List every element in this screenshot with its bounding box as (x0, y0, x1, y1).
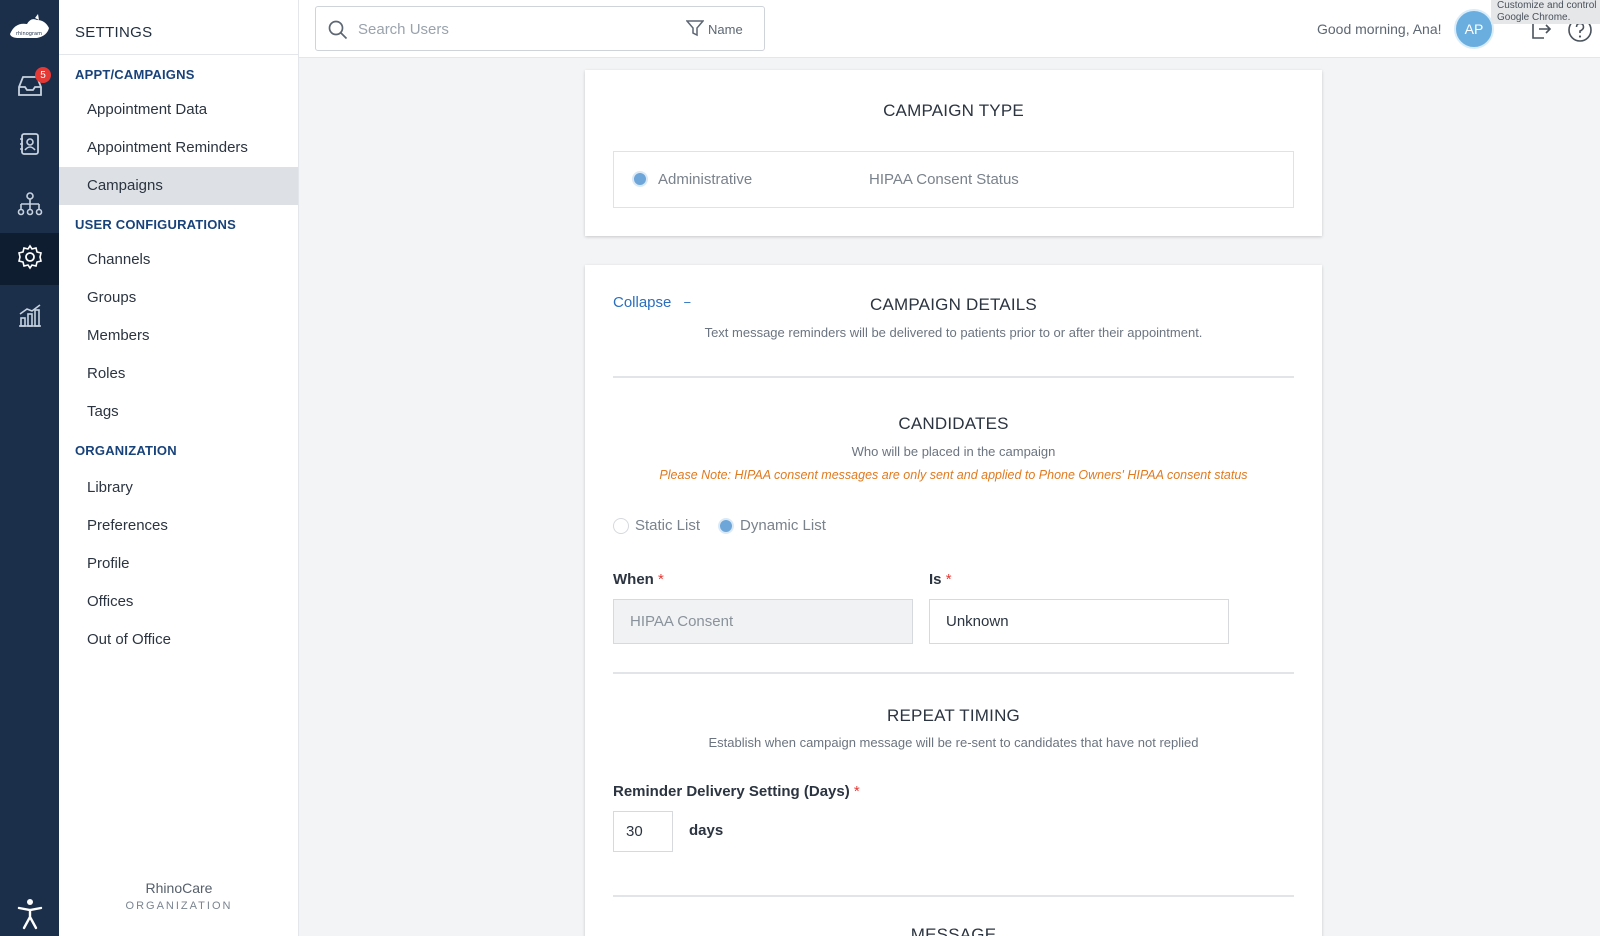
administrative-radio[interactable] (632, 171, 648, 187)
campaign-details-heading: CAMPAIGN DETAILS (870, 295, 1037, 314)
filter-icon (685, 19, 705, 40)
days-unit-label: days (689, 822, 724, 839)
rhinogram-logo[interactable]: rhinogram (7, 14, 51, 46)
inbox-nav[interactable] (0, 62, 59, 114)
repeat-timing-heading: REPEAT TIMING (887, 706, 1020, 725)
administrative-label[interactable]: Administrative (658, 171, 752, 188)
search-filter-button[interactable]: Name (685, 19, 743, 40)
list-type-options: Static List Dynamic List (613, 517, 826, 534)
sidebar-item-offices[interactable]: Offices (59, 583, 298, 621)
reminder-days-input[interactable]: 30 (613, 811, 673, 852)
top-bar: Search Users Name Good morning, Ana! AP … (299, 0, 1600, 58)
static-list-radio[interactable] (613, 517, 629, 534)
avatar[interactable]: AP (1454, 9, 1494, 49)
organization-name: RhinoCare (145, 880, 213, 896)
sidebar-item-roles[interactable]: Roles (59, 355, 298, 393)
search-users-box[interactable]: Search Users Name (315, 6, 765, 51)
dynamic-list-radio[interactable] (718, 517, 735, 534)
org-chart-icon (17, 191, 43, 222)
sidebar-title: SETTINGS (59, 0, 298, 55)
sidebar-item-library[interactable]: Library (59, 469, 298, 507)
candidates-heading: CANDIDATES (898, 414, 1009, 433)
sidebar-item-out-of-office[interactable]: Out of Office (59, 621, 298, 659)
hipaa-consent-status-label[interactable]: HIPAA Consent Status (869, 171, 1019, 188)
sidebar-item-appointment-reminders[interactable]: Appointment Reminders (59, 129, 298, 167)
settings-nav[interactable] (0, 233, 59, 285)
campaign-details-subtitle: Text message reminders will be delivered… (704, 325, 1203, 340)
reminder-delivery-label: Reminder Delivery Setting (Days) * (613, 783, 860, 800)
dynamic-list-label[interactable]: Dynamic List (740, 517, 826, 534)
static-list-label[interactable]: Static List (635, 517, 700, 534)
sidebar-item-members[interactable]: Members (59, 317, 298, 355)
icon-rail: rhinogram 5 (0, 0, 59, 936)
inbox-badge: 5 (35, 67, 51, 83)
accessibility-nav[interactable] (0, 890, 59, 936)
logo-text: rhinogram (16, 31, 42, 37)
greeting-text: Good morning, Ana! (1317, 21, 1442, 37)
contacts-nav[interactable] (0, 120, 59, 172)
sidebar-item-profile[interactable]: Profile (59, 545, 298, 583)
is-field[interactable]: Unknown (929, 599, 1229, 644)
divider (613, 376, 1294, 378)
is-label-text: Is (929, 571, 942, 588)
required-marker: * (853, 783, 860, 800)
org-chart-nav[interactable] (0, 180, 59, 232)
sidebar-item-appointment-data[interactable]: Appointment Data (59, 91, 298, 129)
divider (613, 895, 1294, 897)
organization-type: ORGANIZATION (125, 900, 233, 912)
candidates-subtitle: Who will be placed in the campaign (851, 444, 1056, 459)
repeat-timing-subtitle: Establish when campaign message will be … (708, 735, 1199, 750)
sidebar-section-appt-campaigns: APPT/CAMPAIGNS (75, 67, 195, 82)
required-marker: * (658, 571, 664, 588)
accessibility-icon (17, 898, 43, 935)
search-input[interactable]: Search Users (358, 21, 449, 38)
sidebar-item-groups[interactable]: Groups (59, 279, 298, 317)
sidebar-item-campaigns[interactable]: Campaigns (59, 167, 298, 205)
hipaa-note: Please Note: HIPAA consent messages are … (659, 468, 1248, 482)
sidebar-item-channels[interactable]: Channels (59, 241, 298, 279)
when-field[interactable]: HIPAA Consent (613, 599, 913, 644)
analytics-nav[interactable] (0, 292, 59, 344)
settings-sidebar: SETTINGS APPT/CAMPAIGNS Appointment Data… (59, 0, 299, 936)
analytics-icon (17, 303, 43, 333)
sidebar-section-user-configurations: USER CONFIGURATIONS (75, 217, 237, 232)
campaign-type-options: Administrative HIPAA Consent Status (613, 151, 1294, 208)
filter-label: Name (708, 22, 743, 37)
required-marker: * (945, 571, 952, 588)
message-heading: MESSAGE (910, 925, 997, 936)
settings-icon (17, 244, 43, 275)
campaign-type-card: CAMPAIGN TYPE Administrative HIPAA Conse… (585, 70, 1322, 236)
organization-info: RhinoCare ORGANIZATION (59, 880, 299, 936)
when-label-text: When (613, 571, 654, 588)
reminder-delivery-label-text: Reminder Delivery Setting (Days) (613, 783, 850, 800)
search-icon (328, 20, 348, 45)
is-label: Is * (929, 571, 952, 588)
sidebar-item-tags[interactable]: Tags (59, 393, 298, 431)
campaign-type-heading: CAMPAIGN TYPE (883, 101, 1024, 120)
contacts-icon (19, 132, 41, 161)
campaign-details-card: Collapse − CAMPAIGN DETAILS Text message… (585, 265, 1322, 936)
divider (613, 672, 1294, 674)
sidebar-section-organization: ORGANIZATION (75, 443, 177, 458)
browser-tooltip: Customize and control Google Chrome. Upd… (1491, 0, 1600, 24)
when-label: When * (613, 571, 664, 588)
sidebar-item-preferences[interactable]: Preferences (59, 507, 298, 545)
